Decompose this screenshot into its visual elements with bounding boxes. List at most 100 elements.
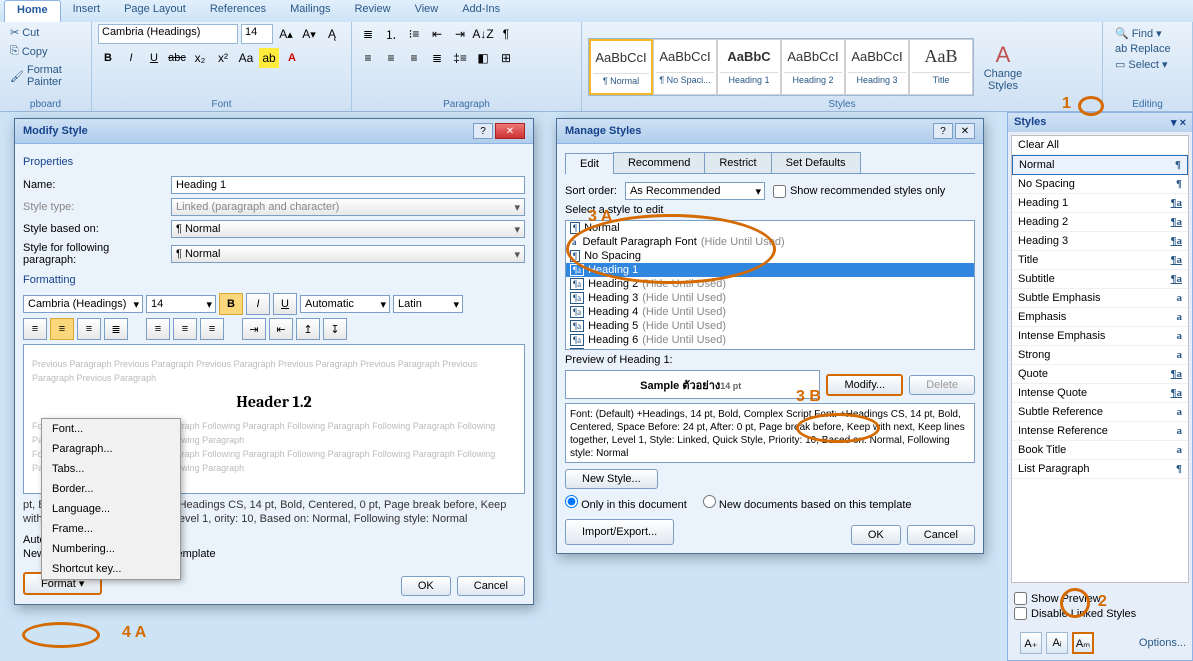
radio-new-docs[interactable]: New documents based on this template (703, 495, 912, 511)
decrease-indent-button[interactable]: ⇤ (427, 24, 447, 44)
para-after-toggle[interactable]: ↧ (323, 318, 347, 340)
modify-button[interactable]: Modify... (826, 374, 903, 396)
sort-select[interactable]: As Recommended (625, 182, 765, 200)
sp-subtitle[interactable]: Subtitle¶a (1012, 270, 1188, 289)
spacing-2-toggle[interactable]: ≡ (173, 318, 197, 340)
sp-heading-3[interactable]: Heading 3¶a (1012, 232, 1188, 251)
ms-ok-button[interactable]: OK (851, 525, 901, 545)
justify-button[interactable]: ≣ (427, 48, 447, 68)
increase-indent-button[interactable]: ⇥ (450, 24, 470, 44)
sp-book-title[interactable]: Book Titlea (1012, 441, 1188, 460)
menu-paragraph[interactable]: Paragraph... (42, 439, 180, 459)
sl-heading-2[interactable]: ¶aHeading 2 (Hide Until Used) (566, 277, 974, 291)
underline-button[interactable]: U (144, 48, 164, 68)
indent-dec-toggle[interactable]: ⇤ (269, 318, 293, 340)
style-heading-3[interactable]: AaBbCcIHeading 3 (845, 39, 909, 95)
show-rec-check[interactable]: Show recommended styles only (773, 185, 945, 198)
tab-view[interactable]: View (403, 0, 451, 22)
multilevel-button[interactable]: ⁝≡ (404, 24, 424, 44)
style-inspector-icon[interactable]: Aᵢ (1046, 632, 1068, 654)
align-left-button[interactable]: ≡ (358, 48, 378, 68)
sp-heading-2[interactable]: Heading 2¶a (1012, 213, 1188, 232)
indent-inc-toggle[interactable]: ⇥ (242, 318, 266, 340)
italic-button[interactable]: I (121, 48, 141, 68)
styles-gallery[interactable]: AaBbCcI¶ Normal AaBbCcI¶ No Spaci... AaB… (588, 38, 974, 96)
sl-heading-1[interactable]: ¶aHeading 1 (566, 263, 974, 277)
sp-intense-ref[interactable]: Intense Referencea (1012, 422, 1188, 441)
sp-subtle-emph[interactable]: Subtle Emphasisa (1012, 289, 1188, 308)
sp-intense-quote[interactable]: Intense Quote¶a (1012, 384, 1188, 403)
sl-normal[interactable]: ¶Normal (566, 221, 974, 235)
menu-border[interactable]: Border... (42, 479, 180, 499)
numbering-button[interactable]: ⒈ (381, 24, 401, 44)
sp-title[interactable]: Title¶a (1012, 251, 1188, 270)
superscript-button[interactable]: x² (213, 48, 233, 68)
sp-list[interactable]: Clear All Normal¶ No Spacing¶ Heading 1¶… (1011, 135, 1189, 583)
fmt-bold-button[interactable]: B (219, 293, 243, 315)
style-normal[interactable]: AaBbCcI¶ Normal (589, 39, 653, 95)
ms-tab-recommend[interactable]: Recommend (613, 152, 705, 173)
font-size-select[interactable]: 14 (241, 24, 273, 44)
new-style-icon[interactable]: A₊ (1020, 632, 1042, 654)
align-left-toggle[interactable]: ≡ (23, 318, 47, 340)
font-color-button[interactable]: A (282, 48, 302, 68)
show-preview-check[interactable]: Show Preview (1014, 592, 1186, 605)
style-heading-1[interactable]: AaBbCHeading 1 (717, 39, 781, 95)
spacing-1-toggle[interactable]: ≡ (146, 318, 170, 340)
sp-no-spacing[interactable]: No Spacing¶ (1012, 175, 1188, 194)
sp-intense-emph[interactable]: Intense Emphasisa (1012, 327, 1188, 346)
style-heading-2[interactable]: AaBbCcIHeading 2 (781, 39, 845, 95)
sp-dropdown-icon[interactable]: ▾ (1171, 117, 1177, 129)
sp-strong[interactable]: Stronga (1012, 346, 1188, 365)
shading-button[interactable]: ◧ (473, 48, 493, 68)
fmt-script-select[interactable]: Latin (393, 295, 463, 313)
sp-heading-1[interactable]: Heading 1¶a (1012, 194, 1188, 213)
tab-page-layout[interactable]: Page Layout (112, 0, 198, 22)
radio-only-doc[interactable]: Only in this document (565, 495, 687, 511)
ms-close-button[interactable]: ✕ (955, 123, 975, 139)
tab-home[interactable]: Home (4, 0, 61, 22)
sl-heading-4[interactable]: ¶aHeading 4 (Hide Until Used) (566, 305, 974, 319)
select-button[interactable]: ▭Select ▾ (1111, 57, 1184, 72)
ms-cancel-button[interactable]: Cancel (907, 525, 975, 545)
name-input[interactable] (171, 176, 525, 194)
justify-toggle[interactable]: ≣ (104, 318, 128, 340)
style-no-spacing[interactable]: AaBbCcI¶ No Spaci... (653, 39, 717, 95)
align-center-button[interactable]: ≡ (381, 48, 401, 68)
fmt-font-select[interactable]: Cambria (Headings) (23, 295, 143, 313)
align-center-toggle[interactable]: ≡ (50, 318, 74, 340)
fmt-color-select[interactable]: Automatic (300, 295, 390, 313)
ok-button[interactable]: OK (401, 576, 451, 596)
align-right-toggle[interactable]: ≡ (77, 318, 101, 340)
bold-button[interactable]: B (98, 48, 118, 68)
manage-styles-icon[interactable]: Aₘ (1072, 632, 1094, 654)
menu-font[interactable]: Font... (42, 419, 180, 439)
sp-subtle-ref[interactable]: Subtle Referencea (1012, 403, 1188, 422)
sl-no-spacing[interactable]: ¶No Spacing (566, 249, 974, 263)
replace-button[interactable]: abReplace (1111, 42, 1184, 56)
strike-button[interactable]: abc (167, 48, 187, 68)
borders-button[interactable]: ⊞ (496, 48, 516, 68)
style-title[interactable]: AaBTitle (909, 39, 973, 95)
menu-language[interactable]: Language... (42, 499, 180, 519)
cut-button[interactable]: ✂Cut (6, 24, 85, 41)
copy-button[interactable]: ⎘Copy (6, 43, 85, 60)
disable-linked-check[interactable]: Disable Linked Styles (1014, 607, 1186, 620)
fmt-italic-button[interactable]: I (246, 293, 270, 315)
close-button[interactable]: ✕ (495, 123, 525, 139)
tab-insert[interactable]: Insert (61, 0, 113, 22)
sl-heading-6[interactable]: ¶aHeading 6 (Hide Until Used) (566, 333, 974, 347)
tab-references[interactable]: References (198, 0, 278, 22)
sl-heading-3[interactable]: ¶aHeading 3 (Hide Until Used) (566, 291, 974, 305)
new-style-button[interactable]: New Style... (565, 469, 658, 489)
fmt-underline-button[interactable]: U (273, 293, 297, 315)
bullets-button[interactable]: ≣ (358, 24, 378, 44)
sp-list-para[interactable]: List Paragraph¶ (1012, 460, 1188, 479)
fmt-size-select[interactable]: 14 (146, 295, 216, 313)
tab-mailings[interactable]: Mailings (278, 0, 342, 22)
font-family-select[interactable]: Cambria (Headings) (98, 24, 238, 44)
style-list[interactable]: ¶Normal aDefault Paragraph Font (Hide Un… (565, 220, 975, 350)
tab-review[interactable]: Review (342, 0, 402, 22)
ms-tab-edit[interactable]: Edit (565, 153, 614, 174)
sl-heading-7[interactable]: ¶aHeading 7 (Hide Until Used) (566, 347, 974, 350)
